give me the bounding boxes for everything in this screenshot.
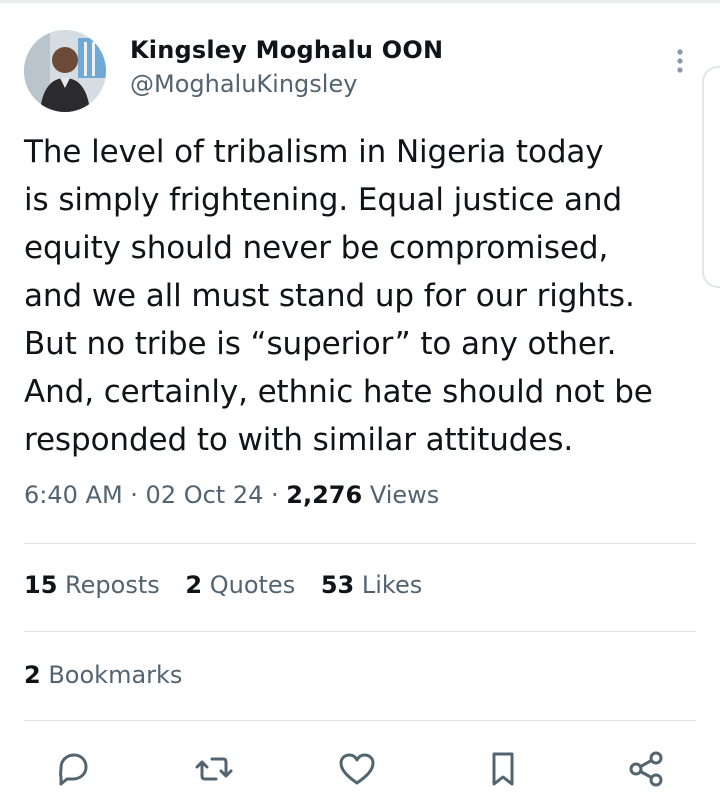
avatar[interactable] bbox=[24, 30, 106, 112]
author-name[interactable]: Kingsley Moghalu OON bbox=[130, 36, 443, 64]
meta-separator: · bbox=[122, 481, 146, 509]
divider bbox=[24, 543, 696, 544]
bookmarks-label: Bookmarks bbox=[48, 661, 183, 689]
more-options-button[interactable] bbox=[668, 46, 692, 76]
author-handle[interactable]: @MoghaluKingsley bbox=[130, 70, 357, 98]
tweet-line: But no tribe is “superior” to any other. bbox=[24, 326, 617, 362]
scroll-handle[interactable] bbox=[702, 66, 720, 288]
bookmarks-stat[interactable]: 2 Bookmarks bbox=[24, 661, 182, 689]
repost-icon bbox=[195, 757, 233, 781]
likes-label: Likes bbox=[361, 571, 423, 599]
avatar-image bbox=[24, 30, 106, 112]
tweet-line: and we all must stand up for our rights. bbox=[24, 278, 635, 314]
action-bar bbox=[50, 750, 686, 788]
reposts-stat[interactable]: 15 Reposts bbox=[24, 571, 160, 599]
divider bbox=[24, 720, 696, 721]
reposts-label: Reposts bbox=[65, 571, 160, 599]
bookmark-icon bbox=[492, 752, 514, 786]
share-button[interactable] bbox=[626, 750, 666, 788]
reply-button[interactable] bbox=[52, 750, 92, 788]
bookmarks-count: 2 bbox=[24, 661, 41, 689]
engagement-stats: 15 Reposts 2 Quotes 53 Likes bbox=[24, 571, 440, 599]
tweet-time[interactable]: 6:40 AM bbox=[24, 481, 123, 509]
views-count: 2,276 bbox=[286, 481, 363, 509]
bookmark-button[interactable] bbox=[483, 750, 523, 788]
more-vertical-icon bbox=[677, 49, 683, 73]
tweet-line: responded to with similar attitudes. bbox=[24, 422, 574, 458]
tweet-line: And, certainly, ethnic hate should not b… bbox=[24, 374, 653, 410]
repost-button[interactable] bbox=[194, 750, 234, 788]
tweet-date[interactable]: 02 Oct 24 bbox=[146, 481, 264, 509]
meta-separator: · bbox=[263, 481, 287, 509]
reply-icon bbox=[59, 753, 88, 786]
heart-icon bbox=[339, 753, 375, 785]
likes-stat[interactable]: 53 Likes bbox=[321, 571, 422, 599]
tweet-line: equity should never be compromised, bbox=[24, 230, 609, 266]
quotes-count: 2 bbox=[185, 571, 203, 599]
divider bbox=[24, 631, 696, 632]
likes-count: 53 bbox=[320, 571, 355, 599]
like-button[interactable] bbox=[337, 750, 377, 788]
tweet-text: The level of tribalism in Nigeria today … bbox=[24, 128, 688, 464]
tweet-line: The level of tribalism in Nigeria today bbox=[24, 134, 604, 170]
views-label: Views bbox=[369, 481, 440, 509]
quotes-label: Quotes bbox=[209, 571, 296, 599]
tweet-line: is simply frightening. Equal justice and bbox=[24, 182, 623, 218]
quotes-stat[interactable]: 2 Quotes bbox=[185, 571, 295, 599]
top-border bbox=[0, 0, 720, 3]
reposts-count: 15 bbox=[24, 571, 58, 599]
share-icon bbox=[629, 751, 663, 787]
tweet-meta: 6:40 AM · 02 Oct 24 · 2,276 Views bbox=[24, 481, 439, 509]
